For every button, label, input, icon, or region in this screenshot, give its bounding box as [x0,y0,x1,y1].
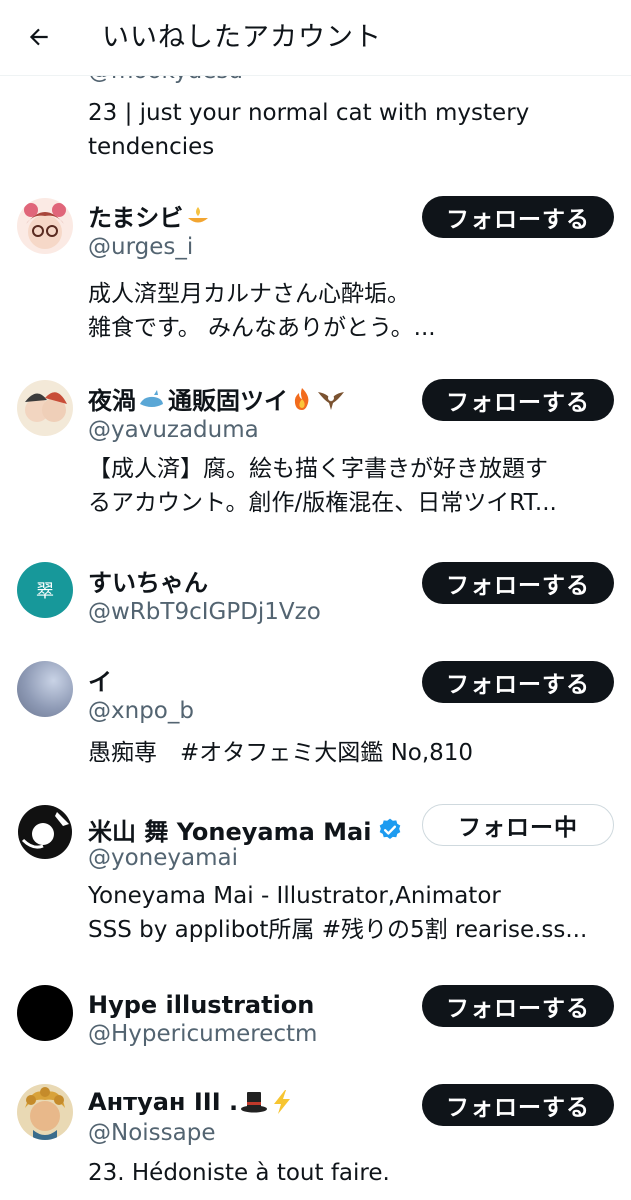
user-bio: 成人済型月カルナさん心酔垢。 雑食です。 みんなありがとう。... [88,277,618,345]
user-bio: 23 | just your normal cat with mystery t… [88,96,618,164]
user-bio: 23. Hédoniste à tout faire. [88,1156,618,1190]
top-hat-emoji-icon [241,1092,268,1113]
follow-button[interactable]: フォローする [422,661,614,703]
bio-line: 23. Hédoniste à tout faire. [88,1160,390,1186]
user-name[interactable]: たまシビ [88,198,211,233]
avatar[interactable] [17,661,73,717]
bio-line: tendencies [88,134,215,160]
bio-line: 【成人済】腐。絵も描く字書きが好き放題す [88,456,548,482]
bio-line: 愚痴専 #オタフェミ大図鑑 No,810 [88,740,474,766]
avatar[interactable] [17,380,73,436]
avatar[interactable] [17,1084,73,1140]
user-bio: 愚痴専 #オタフェミ大図鑑 No,810 [88,736,618,770]
page-title: いいねしたアカウント [102,22,382,53]
follow-button[interactable]: フォローする [422,985,614,1027]
user-handle: @yavuzaduma [88,417,259,443]
avatar[interactable] [17,198,73,254]
oil-lamp-emoji-icon [188,206,209,222]
arrow-left-icon [29,28,48,46]
back-button[interactable] [18,16,60,58]
follow-button[interactable]: フォローする [422,562,614,604]
bio-line: Yoneyama Mai - Illustrator,Animator [88,883,501,909]
bio-line: るアカウント。創作/版権混在、日常ツイRT... [88,490,557,516]
lightning-emoji-icon [274,1090,291,1114]
bio-line: 雑食です。 みんなありがとう。... [88,315,436,341]
user-handle: @xnpo_b [88,698,194,724]
user-handle: @Noissape [88,1120,216,1146]
bio-line: SSS by applibot所属 #残りの5割 rearise.ss... [88,917,588,943]
follow-button[interactable]: フォローする [422,196,614,238]
following-button[interactable]: フォロー中 [422,804,614,846]
user-handle: @Hypericumerectm [88,1021,318,1047]
user-name[interactable]: Антуан III . [88,1088,294,1116]
user-handle: @wRbT9cIGPDj1Vzo [88,599,321,625]
fire-emoji-icon [294,387,309,410]
eagle-emoji-icon [318,391,344,410]
avatar-initial: 翠 [36,581,54,602]
bio-line: 23 | just your normal cat with mystery [88,100,530,126]
follow-button[interactable]: フォローする [422,1084,614,1126]
avatar[interactable]: 翠 [17,562,73,618]
user-bio: Yoneyama Mai - Illustrator,Animator SSS … [88,879,618,947]
top-bar: いいねしたアカウント [0,0,631,76]
user-name[interactable]: 夜渦 通販固ツイ [88,381,346,416]
bio-line: 成人済型月カルナさん心酔垢。 [88,281,410,307]
avatar[interactable] [17,985,73,1041]
user-name[interactable]: 米山 舞 Yoneyama Mai [88,812,403,847]
avatar[interactable] [17,804,73,860]
whale-emoji-icon [140,389,163,407]
verified-badge-icon [380,818,401,839]
user-name[interactable]: すいちゃん [88,563,208,598]
user-name[interactable]: イ [88,662,112,697]
user-bio: 【成人済】腐。絵も描く字書きが好き放題す るアカウント。創作/版権混在、日常ツイ… [88,452,618,520]
user-name[interactable]: Hype illustration [88,991,314,1019]
user-handle: @urges_i [88,234,194,260]
user-handle: @yoneyamai [88,845,239,871]
follow-button[interactable]: フォローする [422,379,614,421]
